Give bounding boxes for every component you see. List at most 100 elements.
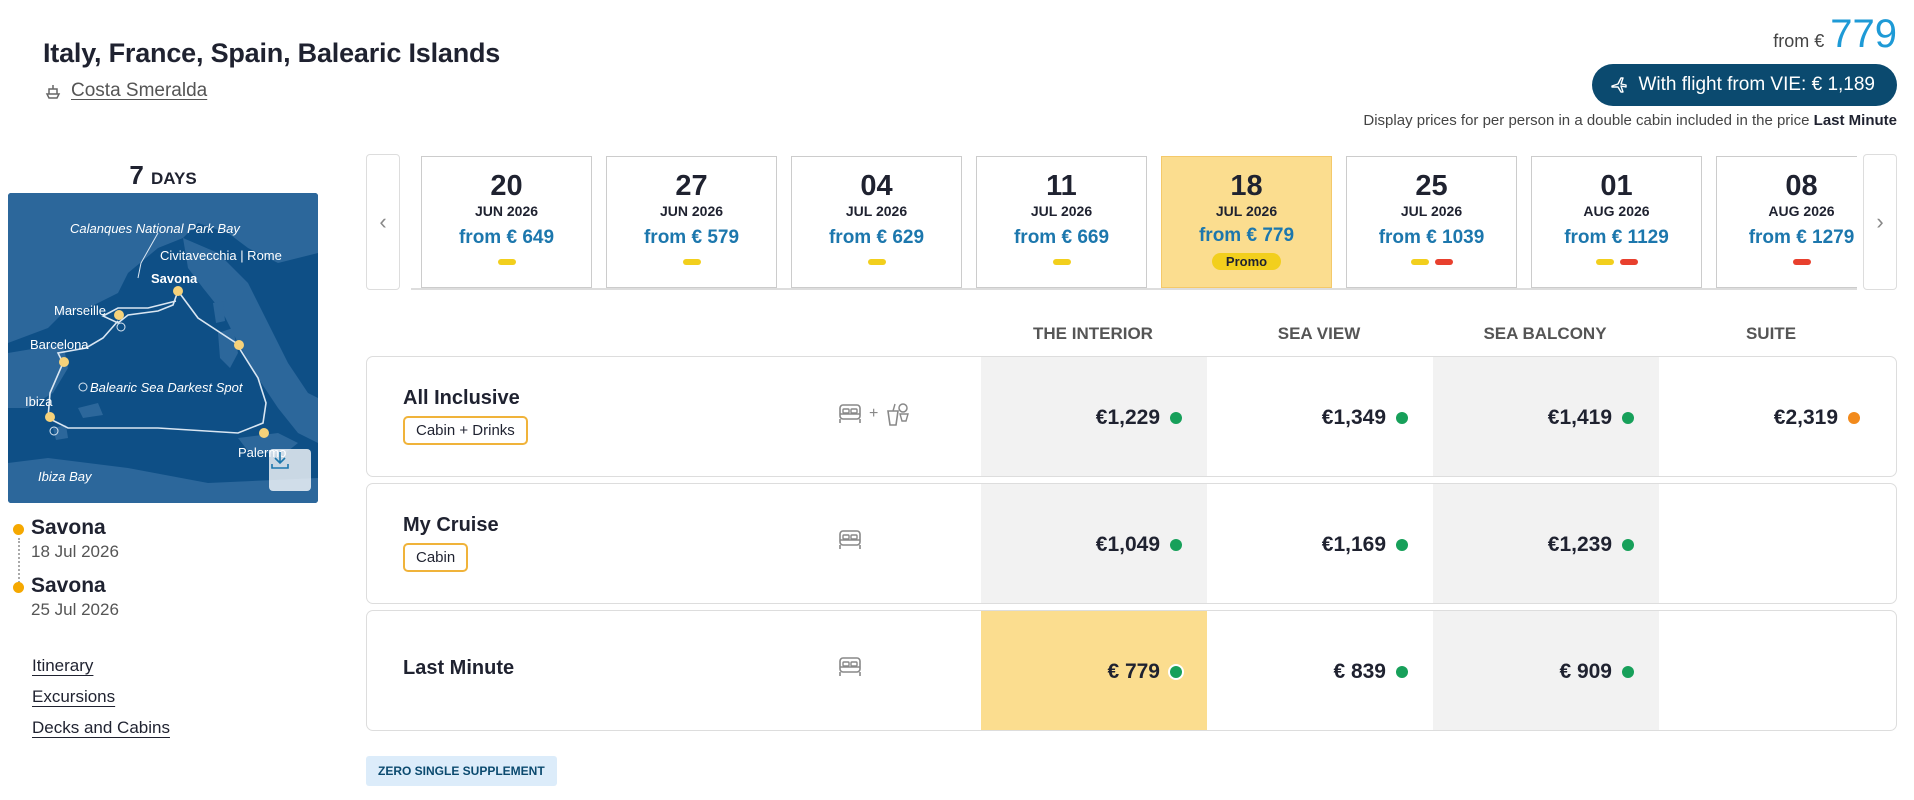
date-card[interactable]: 04 JUL 2026 from € 629 [791, 156, 962, 288]
cabin-row: € 779 € 839 € 909 Last Minute [366, 610, 1897, 731]
map-label-ibiza: Ibiza [25, 394, 53, 409]
availability-bars [792, 259, 961, 265]
date-day: 08 [1785, 170, 1818, 202]
ship-link[interactable]: Costa Smeralda [43, 80, 207, 102]
date-day: 04 [860, 170, 893, 202]
availability-bars [1717, 259, 1857, 265]
download-map-button[interactable] [269, 449, 311, 491]
availability-bars [977, 259, 1146, 265]
availability-bar-yellow [1410, 259, 1429, 265]
drinks-icon [887, 403, 910, 426]
date-day: 18 [1230, 170, 1263, 202]
carousel-prev-button[interactable]: ‹ [366, 154, 400, 290]
availability-dot [1170, 411, 1182, 424]
price-cell[interactable]: €2,319 [1659, 357, 1885, 476]
price-cell[interactable]: € 909 [1433, 611, 1659, 730]
availability-bars [607, 259, 776, 265]
price-cell[interactable]: €1,229 [981, 357, 1207, 476]
carousel-next-button[interactable]: › [1863, 154, 1897, 290]
link-excursions[interactable]: Excursions [32, 687, 170, 707]
package-tag: Cabin [403, 543, 469, 572]
date-price: from € 629 [828, 227, 925, 248]
duration-unit: DAYS [151, 169, 197, 188]
chevron-right-icon: › [1876, 209, 1884, 234]
availability-bar-yellow [1052, 259, 1071, 265]
date-month: JUL 2026 [1400, 203, 1463, 219]
price-cell[interactable]: €1,349 [1207, 357, 1433, 476]
date-day: 20 [490, 170, 523, 202]
map-label-marseille: Marseille [54, 303, 106, 318]
date-day: 01 [1600, 170, 1633, 202]
date-price: from € 669 [1013, 227, 1110, 248]
package-name: All Inclusive [403, 387, 520, 409]
date-card[interactable]: 27 JUN 2026 from € 579 [606, 156, 777, 288]
departure-port-name: Savona [31, 516, 106, 539]
arrival-dot [13, 582, 24, 593]
date-month: AUG 2026 [1768, 203, 1835, 219]
bed-icon [839, 657, 861, 676]
availability-dot [1622, 411, 1634, 424]
price-value: € 839 [1333, 659, 1386, 683]
date-price: from € 579 [643, 227, 740, 248]
availability-bar-red [1619, 259, 1638, 265]
date-card[interactable]: 20 JUN 2026 from € 649 [421, 156, 592, 288]
date-card[interactable]: 25 JUL 2026 from € 1039 [1346, 156, 1517, 288]
price-cell[interactable]: € 839 [1207, 611, 1433, 730]
duration-number: 7 [129, 160, 144, 190]
ship-icon [45, 85, 61, 99]
availability-dot [1170, 538, 1182, 551]
duration: 7 DAYS [8, 160, 318, 191]
map-label-calanques: Calanques National Park Bay [70, 221, 241, 236]
link-decks-and-cabins[interactable]: Decks and Cabins [32, 718, 170, 738]
price-cell[interactable]: €1,049 [981, 484, 1207, 603]
map-label-barcelona: Barcelona [30, 337, 89, 352]
availability-bar-red [1434, 259, 1453, 265]
date-day: 27 [675, 170, 708, 202]
with-flight-button[interactable]: With flight from VIE: € 1,189 [1592, 64, 1897, 106]
date-price: from € 1039 [1378, 227, 1485, 248]
price-value: € 779 [1107, 659, 1160, 683]
price-cell [1659, 611, 1885, 730]
date-price: from € 1279 [1748, 227, 1855, 248]
price-value: €1,349 [1321, 405, 1386, 429]
date-carousel: 20 JUN 2026 from € 649 27 JUN 2026 from € 579… [421, 156, 1857, 290]
price-cell[interactable]: €1,419 [1433, 357, 1659, 476]
date-month: JUL 2026 [1030, 203, 1093, 219]
departure-dot [13, 524, 24, 535]
with-flight-label: With flight from VIE: € 1,189 [1638, 74, 1875, 95]
col-header-sea-view: SEA VIEW [1277, 324, 1361, 343]
zero-single-supplement-badge: ZERO SINGLE SUPPLEMENT [366, 756, 557, 786]
availability-dot [1622, 665, 1634, 678]
availability-dot [1396, 665, 1408, 678]
port-connector [18, 538, 20, 586]
download-icon [271, 452, 289, 469]
promo-badge: Promo [1211, 253, 1282, 270]
price-cell[interactable]: € 779 [981, 611, 1207, 730]
page-title: Italy, France, Spain, Balearic Islands [43, 38, 501, 68]
col-header-sea-balcony: SEA BALCONY [1483, 324, 1607, 343]
availability-bars [1347, 259, 1516, 265]
arrival-port: Savona 25 Jul 2026 [31, 574, 119, 620]
map-label-savona: Savona [151, 271, 198, 286]
price-cell[interactable]: €1,239 [1433, 484, 1659, 603]
date-card[interactable]: 08 AUG 2026 from € 1279 [1716, 156, 1857, 288]
price-value: €2,319 [1773, 405, 1838, 429]
date-card[interactable]: 01 AUG 2026 from € 1129 [1531, 156, 1702, 288]
ship-name[interactable]: Costa Smeralda [71, 80, 207, 102]
chevron-left-icon: ‹ [379, 209, 387, 234]
price-value: €1,169 [1321, 532, 1386, 556]
price-cell[interactable]: €1,169 [1207, 484, 1433, 603]
availability-bar-yellow [682, 259, 701, 265]
package-tag: Cabin + Drinks [403, 416, 528, 445]
col-header-suite: SUITE [1745, 324, 1797, 343]
link-itinerary[interactable]: Itinerary [32, 656, 170, 676]
package-name: Last Minute [403, 657, 515, 679]
col-header-interior: THE INTERIOR [1033, 324, 1153, 343]
price-value: € 909 [1559, 659, 1612, 683]
date-card[interactable]: 11 JUL 2026 from € 669 [976, 156, 1147, 288]
price-value: €1,229 [1095, 405, 1160, 429]
price-value: €1,419 [1547, 405, 1612, 429]
date-card[interactable]: 18 JUL 2026 from € 779 Promo [1161, 156, 1332, 288]
date-price: from € 649 [458, 227, 555, 248]
itinerary-map[interactable]: Calanques National Park Bay Civitavecchi… [8, 193, 318, 503]
